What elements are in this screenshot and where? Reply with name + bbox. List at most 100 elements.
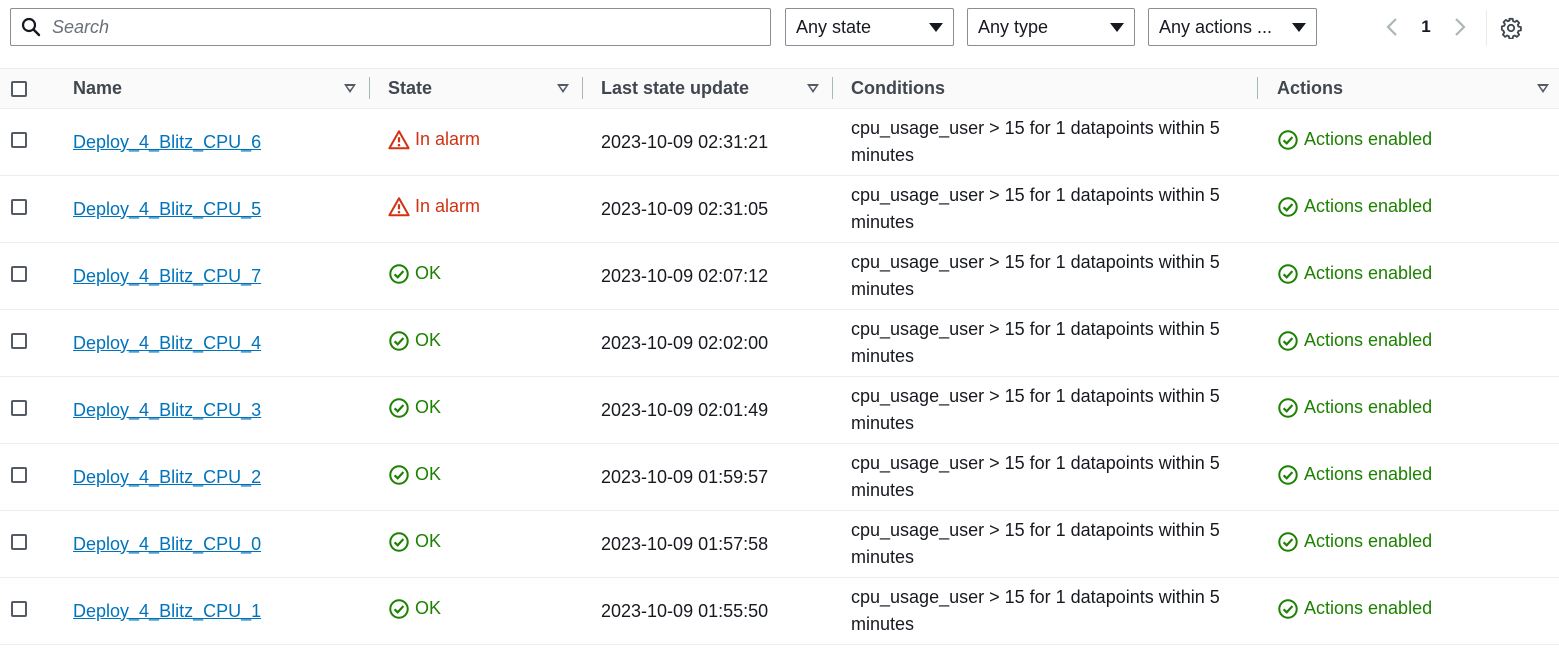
actions-cell: Actions enabled xyxy=(1258,243,1559,310)
name-cell: Deploy_4_Blitz_CPU_4 xyxy=(55,310,370,377)
state-label: OK xyxy=(415,598,442,618)
state-label: OK xyxy=(415,397,442,417)
table-row: Deploy_4_Blitz_CPU_1 OK 2023-10-09 01:55:5… xyxy=(0,578,1559,645)
actions-status: Actions enabled xyxy=(1277,330,1432,352)
alarm-name-link[interactable]: Deploy_4_Blitz_CPU_6 xyxy=(73,132,261,152)
actions-label: Actions enabled xyxy=(1304,598,1433,618)
alarm-name-link[interactable]: Deploy_4_Blitz_CPU_4 xyxy=(73,333,261,353)
conditions-cell: cpu_usage_user > 15 for 1 datapoints wit… xyxy=(833,578,1258,645)
timestamp: 2023-10-09 02:01:49 xyxy=(601,399,769,420)
state-cell: OK xyxy=(370,578,583,645)
state-badge: In alarm xyxy=(388,129,480,151)
actions-label: Actions enabled xyxy=(1304,196,1433,216)
alarm-name-link[interactable]: Deploy_4_Blitz_CPU_3 xyxy=(73,400,261,420)
type-filter-select[interactable]: Any type xyxy=(967,8,1135,46)
actions-status: Actions enabled xyxy=(1277,196,1432,218)
actions-filter-select[interactable]: Any actions ... xyxy=(1148,8,1317,46)
row-checkbox[interactable] xyxy=(10,399,27,416)
caret-down-icon xyxy=(1110,22,1124,32)
row-select-cell xyxy=(0,444,55,511)
row-select-cell xyxy=(0,578,55,645)
actions-label: Actions enabled xyxy=(1304,263,1433,283)
check-circle-icon xyxy=(388,397,415,419)
alarm-name-link[interactable]: Deploy_4_Blitz_CPU_7 xyxy=(73,266,261,286)
timestamp: 2023-10-09 01:57:58 xyxy=(601,533,769,554)
check-circle-icon xyxy=(1277,330,1304,352)
row-checkbox[interactable] xyxy=(10,265,27,282)
last-update-cell: 2023-10-09 02:01:49 xyxy=(583,377,833,444)
state-cell: In alarm xyxy=(370,109,583,176)
state-label: OK xyxy=(415,263,442,283)
condition-text: cpu_usage_user > 15 for 1 datapoints wit… xyxy=(851,185,1220,232)
row-checkbox[interactable] xyxy=(10,198,27,215)
state-filter-value: Any state xyxy=(796,16,872,37)
alarm-name-link[interactable]: Deploy_4_Blitz_CPU_5 xyxy=(73,199,261,219)
current-page[interactable]: 1 xyxy=(1406,17,1446,37)
actions-label: Actions enabled xyxy=(1304,330,1433,350)
table-row: Deploy_4_Blitz_CPU_6 In alarm 2023-10-09 0… xyxy=(0,109,1559,176)
conditions-cell: cpu_usage_user > 15 for 1 datapoints wit… xyxy=(833,176,1258,243)
row-checkbox[interactable] xyxy=(10,533,27,550)
actions-label: Actions enabled xyxy=(1304,397,1433,417)
row-select-cell xyxy=(0,109,55,176)
check-circle-icon xyxy=(1277,531,1304,553)
sort-icon[interactable] xyxy=(344,84,356,93)
actions-status: Actions enabled xyxy=(1277,129,1432,151)
state-cell: In alarm xyxy=(370,176,583,243)
state-label: OK xyxy=(415,330,442,350)
check-circle-icon xyxy=(1277,129,1304,151)
last-update-cell: 2023-10-09 02:07:12 xyxy=(583,243,833,310)
sort-icon[interactable] xyxy=(807,84,819,93)
actions-status: Actions enabled xyxy=(1277,464,1432,486)
gear-icon[interactable] xyxy=(1495,14,1527,42)
conditions-cell: cpu_usage_user > 15 for 1 datapoints wit… xyxy=(833,243,1258,310)
condition-text: cpu_usage_user > 15 for 1 datapoints wit… xyxy=(851,118,1220,165)
caret-down-icon xyxy=(1292,22,1306,32)
column-header-name[interactable]: Name xyxy=(55,68,370,109)
row-checkbox[interactable] xyxy=(10,600,27,617)
column-header-state[interactable]: State xyxy=(370,68,583,109)
column-header-conditions[interactable]: Conditions xyxy=(833,68,1258,109)
actions-filter-value: Any actions ... xyxy=(1159,16,1273,37)
table-header-row: Name State Last state update Conditions … xyxy=(0,68,1559,109)
condition-text: cpu_usage_user > 15 for 1 datapoints wit… xyxy=(851,453,1220,500)
sort-icon[interactable] xyxy=(1537,84,1549,93)
check-circle-icon xyxy=(388,598,415,620)
toolbar-divider xyxy=(1486,10,1487,46)
state-filter-select[interactable]: Any state xyxy=(785,8,954,46)
name-cell: Deploy_4_Blitz_CPU_7 xyxy=(55,243,370,310)
check-circle-icon xyxy=(1277,196,1304,218)
state-cell: OK xyxy=(370,444,583,511)
conditions-cell: cpu_usage_user > 15 for 1 datapoints wit… xyxy=(833,444,1258,511)
last-update-cell: 2023-10-09 01:59:57 xyxy=(583,444,833,511)
caret-down-icon xyxy=(929,22,943,32)
check-circle-icon xyxy=(1277,397,1304,419)
row-checkbox[interactable] xyxy=(10,332,27,349)
search-input[interactable] xyxy=(50,11,770,43)
conditions-cell: cpu_usage_user > 15 for 1 datapoints wit… xyxy=(833,511,1258,578)
check-circle-icon xyxy=(1277,598,1304,620)
row-select-cell xyxy=(0,310,55,377)
column-header-last-update[interactable]: Last state update xyxy=(583,68,833,109)
sort-icon[interactable] xyxy=(557,84,569,93)
state-cell: OK xyxy=(370,511,583,578)
alarm-name-link[interactable]: Deploy_4_Blitz_CPU_0 xyxy=(73,534,261,554)
alarm-name-link[interactable]: Deploy_4_Blitz_CPU_2 xyxy=(73,467,261,487)
column-label-last-update: Last state update xyxy=(601,78,750,98)
actions-status: Actions enabled xyxy=(1277,263,1432,285)
actions-status: Actions enabled xyxy=(1277,531,1432,553)
name-cell: Deploy_4_Blitz_CPU_2 xyxy=(55,444,370,511)
select-all-checkbox[interactable] xyxy=(10,80,27,97)
row-checkbox[interactable] xyxy=(10,466,27,483)
row-checkbox[interactable] xyxy=(10,131,27,148)
timestamp: 2023-10-09 02:07:12 xyxy=(601,265,769,286)
search-box[interactable] xyxy=(10,8,771,46)
table-row: Deploy_4_Blitz_CPU_4 OK 2023-10-09 02:02:0… xyxy=(0,310,1559,377)
warning-triangle-icon xyxy=(388,129,415,151)
chevron-left-icon[interactable] xyxy=(1378,13,1406,41)
alarm-name-link[interactable]: Deploy_4_Blitz_CPU_1 xyxy=(73,601,261,621)
timestamp: 2023-10-09 01:55:50 xyxy=(601,600,769,621)
column-header-actions[interactable]: Actions xyxy=(1258,68,1559,109)
actions-cell: Actions enabled xyxy=(1258,511,1559,578)
chevron-right-icon[interactable] xyxy=(1446,13,1474,41)
